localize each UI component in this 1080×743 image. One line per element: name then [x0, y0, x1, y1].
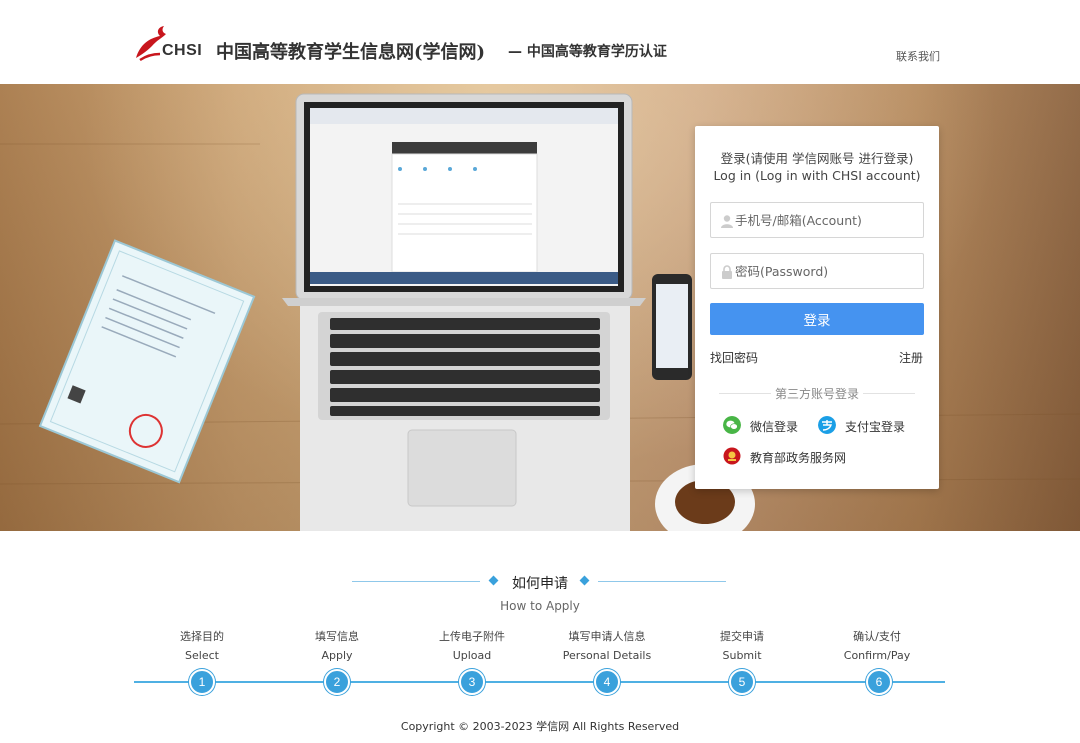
step-4-label-cn: 填写申请人信息	[568, 630, 646, 643]
step-6-marker: 6	[866, 669, 892, 695]
site-subtitle: — 中国高等教育学历认证	[508, 44, 667, 60]
copyright-text: Copyright © 2003-2023 学信网 All Rights Res…	[400, 720, 680, 733]
step-1-marker: 1	[189, 669, 215, 695]
lock-icon	[722, 265, 732, 279]
step-4-marker: 4	[594, 669, 620, 695]
steps-timeline	[134, 681, 945, 683]
title-line-right	[598, 581, 726, 582]
logo-text: CHSI	[162, 42, 203, 59]
contact-us-link[interactable]: 联系我们	[896, 48, 940, 64]
wechat-icon	[723, 416, 741, 434]
certificate-illustration	[38, 239, 256, 484]
step-3-marker: 3	[459, 669, 485, 695]
account-input[interactable]	[735, 203, 920, 237]
login-title-en: Log in (Log in with CHSI account)	[713, 168, 921, 183]
step-5-label-en: Submit	[722, 649, 762, 662]
step-3-label-en: Upload	[452, 649, 492, 662]
how-to-apply-section: 如何申请 How to Apply 选择目的 Select 1 填写信息 App…	[0, 531, 1080, 743]
third-party-label: 第三方账号登录	[774, 387, 859, 401]
laptop-illustration	[282, 93, 646, 531]
forgot-password-link[interactable]: 找回密码	[710, 349, 758, 366]
step-3-label-cn: 上传电子附件	[439, 630, 505, 643]
login-title-cn: 登录(请使用 学信网账号 进行登录)	[720, 151, 914, 166]
step-1-label-cn: 选择目的	[180, 630, 224, 643]
step-6-label-cn: 确认/支付	[853, 630, 901, 643]
alipay-login-label: 支付宝登录	[845, 420, 906, 434]
step-2-label-cn: 填写信息	[315, 630, 359, 643]
step-2-marker: 2	[324, 669, 350, 695]
password-field[interactable]	[710, 253, 924, 289]
step-1-label-en: Select	[185, 649, 219, 662]
user-icon	[721, 215, 733, 228]
alipay-icon	[818, 416, 836, 434]
moe-login-label: 教育部政务服务网	[750, 451, 847, 465]
site-header: CHSI 中国高等教育学生信息网(学信网) — 中国高等教育学历认证 联系我们	[0, 0, 1080, 84]
password-input[interactable]	[735, 254, 920, 288]
how-to-apply-title: 如何申请	[512, 576, 568, 592]
step-4-label-en: Personal Details	[562, 649, 652, 662]
account-field[interactable]	[710, 202, 924, 238]
register-link[interactable]: 注册	[899, 349, 923, 366]
step-6-label-en: Confirm/Pay	[843, 649, 911, 662]
login-button[interactable]: 登录	[710, 303, 924, 335]
how-to-apply-subtitle: How to Apply	[500, 599, 580, 613]
login-card: 登录(请使用 学信网账号 进行登录) Log in (Log in with C…	[695, 126, 939, 489]
step-2-label-en: Apply	[321, 649, 353, 662]
national-emblem-icon	[723, 447, 741, 465]
site-title: 中国高等教育学生信息网(学信网)	[216, 42, 486, 63]
step-5-label-cn: 提交申请	[720, 630, 764, 643]
step-5-marker: 5	[729, 669, 755, 695]
wechat-login-label: 微信登录	[750, 420, 799, 434]
